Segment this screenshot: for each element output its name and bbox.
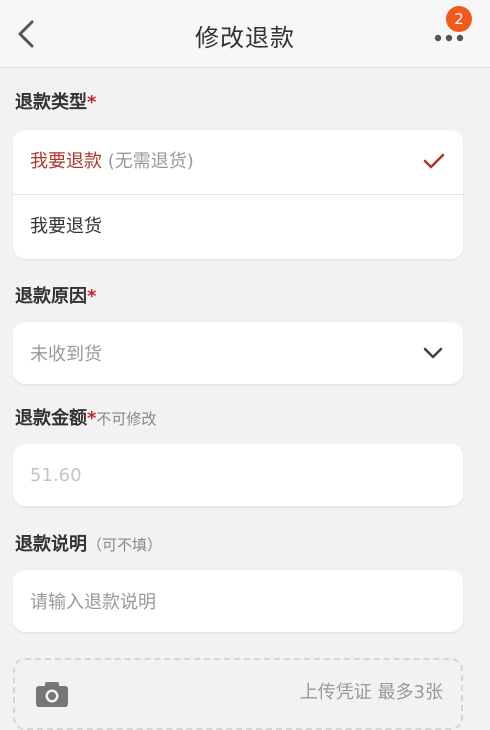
option-refund-only[interactable]: 我要退款 (无需退货) (13, 130, 463, 194)
refund-amount-label-text: 退款金额 (15, 408, 87, 429)
chevron-down-icon (423, 347, 443, 359)
required-mark: * (87, 92, 97, 113)
notification-badge: 2 (446, 6, 472, 32)
refund-amount-field: 51.60 (13, 444, 463, 506)
camera-icon (36, 682, 68, 707)
refund-note-hint: （可不填） (87, 536, 163, 554)
refund-amount-hint: 不可修改 (96, 410, 157, 428)
refund-amount-value: 51.60 (30, 464, 82, 486)
option-return-goods-label: 我要退货 (30, 216, 102, 237)
page-title: 修改退款 (195, 24, 295, 52)
refund-type-label-text: 退款类型 (15, 92, 87, 113)
option-refund-only-label: 我要退款 (30, 151, 102, 172)
refund-amount-label: 退款金额*不可修改 (15, 404, 156, 430)
nav-bar: 修改退款 2 (0, 0, 490, 68)
refund-note-label-text: 退款说明 (15, 534, 87, 555)
refund-note-label: 退款说明（可不填） (15, 530, 162, 556)
more-button[interactable]: 2 (428, 6, 476, 56)
refund-reason-label-text: 退款原因 (15, 286, 87, 307)
option-refund-only-sub: (无需退货) (102, 151, 194, 172)
refund-note-input[interactable]: 请输入退款说明 (13, 570, 463, 632)
option-return-goods[interactable]: 我要退货 (13, 195, 463, 259)
more-dots-icon (434, 34, 464, 42)
refund-type-options: 我要退款 (无需退货) 我要退货 (13, 130, 463, 259)
refund-note-placeholder: 请输入退款说明 (30, 592, 156, 613)
refund-reason-select[interactable]: 未收到货 (13, 322, 463, 384)
upload-proof-button[interactable]: 上传凭证 最多3张 (13, 658, 463, 730)
refund-reason-value: 未收到货 (30, 344, 102, 365)
required-mark: * (87, 408, 97, 429)
refund-reason-label: 退款原因* (15, 282, 96, 308)
upload-proof-label: 上传凭证 最多3张 (299, 682, 443, 703)
required-mark: * (87, 286, 97, 307)
check-icon (423, 153, 445, 169)
refund-type-label: 退款类型* (15, 88, 96, 114)
